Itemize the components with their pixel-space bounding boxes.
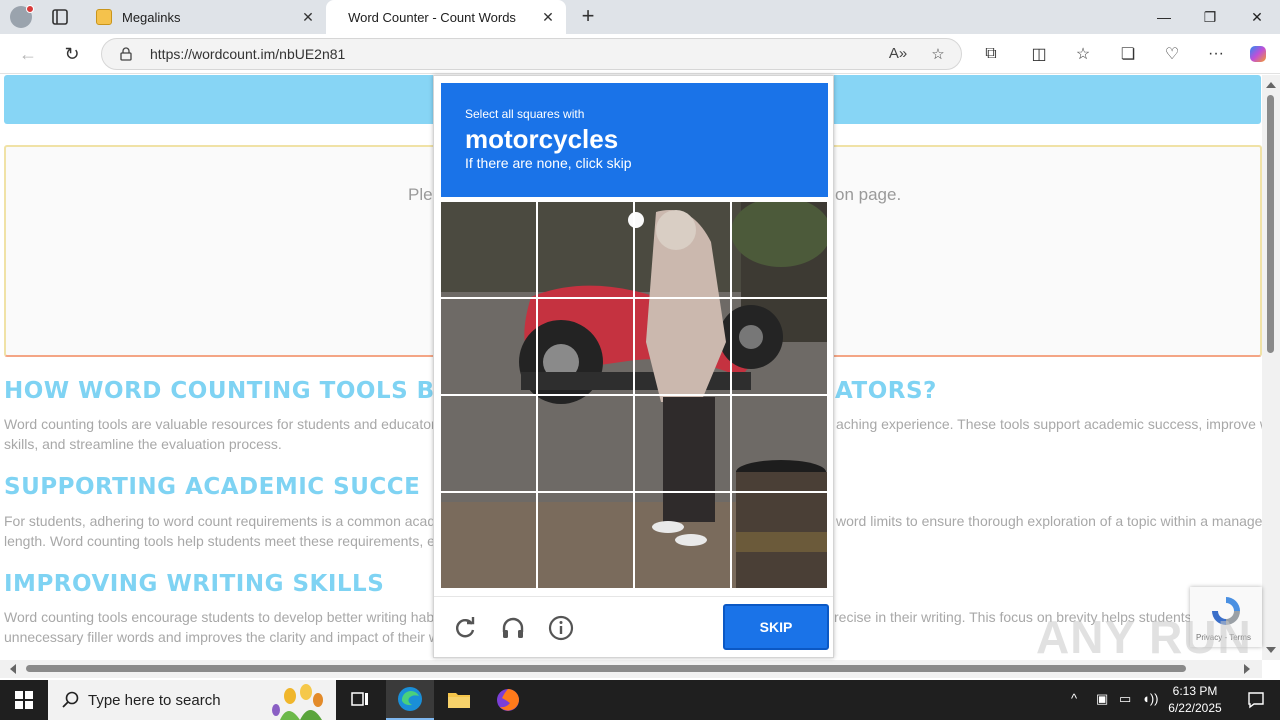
paragraph-line: length. Word counting tools help student… [4,533,435,549]
tab-title: Word Counter - Count Words [348,9,516,25]
taskbar-search-box[interactable]: Type here to search [48,680,336,720]
edge-taskbar-icon[interactable] [386,680,434,720]
device-icon[interactable]: ▣ [1096,691,1108,707]
captcha-tile[interactable] [732,299,827,394]
scroll-right-icon[interactable] [1244,664,1250,674]
windows-start-icon[interactable] [0,680,48,720]
refresh-icon[interactable]: ↻ [60,42,84,66]
captcha-tile[interactable] [538,493,633,588]
reload-icon[interactable] [451,614,479,642]
new-tab-icon[interactable]: + [576,5,600,29]
search-icon [62,691,79,708]
section-heading: HOW WORD COUNTING TOOLS B [4,378,435,404]
back-icon[interactable]: ← [16,42,40,66]
read-aloud-icon[interactable]: A» [888,45,908,65]
captcha-tile[interactable] [635,299,730,394]
restore-icon[interactable]: ❐ [1187,0,1233,34]
network-icon[interactable]: ▭ [1119,691,1131,707]
captcha-hint: If there are none, click skip [465,155,632,171]
paragraph-line: unnecessary filler words and improves th… [4,629,439,645]
scroll-thumb[interactable] [1267,95,1274,353]
split-screen-icon[interactable]: ◫ [1027,42,1051,66]
captcha-tile[interactable] [538,299,633,394]
show-hidden-icons-icon[interactable]: ^ [1071,691,1077,706]
close-tab-icon[interactable]: ✕ [538,7,558,27]
address-toolbar: ← ↻ https://wordcount.im/nbUE2n81 A» ☆ ⧉… [0,34,1280,74]
captcha-footer: SKIP [434,596,833,658]
skip-button[interactable]: SKIP [723,604,829,650]
tab-word-counter[interactable]: Word Counter - Count Words ✕ [326,0,566,34]
captcha-tile[interactable] [732,493,827,588]
favorite-star-icon[interactable]: ☆ [928,45,948,65]
scroll-thumb[interactable] [26,665,1186,672]
captcha-target: motorcycles [465,124,619,154]
scroll-down-icon[interactable] [1266,647,1276,653]
captcha-tile[interactable] [441,493,536,588]
captcha-tile[interactable] [732,396,827,491]
close-window-icon[interactable]: ✕ [1234,0,1280,34]
taskbar: Type here to search ^ ▣ ▭ ◖)) 6:13 PM 6/… [0,680,1280,720]
placeholder-text-right: on page. [835,185,902,204]
captcha-tile[interactable] [635,396,730,491]
section-heading-tail: ATORS? [835,378,937,404]
more-menu-icon[interactable]: ··· [1204,42,1228,66]
minimize-icon[interactable]: — [1141,0,1187,34]
captcha-image-grid [441,202,828,589]
captcha-tile[interactable] [635,202,730,297]
scroll-up-icon[interactable] [1266,82,1276,88]
firefox-icon[interactable] [484,680,532,720]
captcha-instruction: Select all squares with [465,107,585,121]
collections-icon[interactable]: ❏ [1116,42,1140,66]
info-icon[interactable] [547,614,575,642]
captcha-tile[interactable] [732,202,827,297]
placeholder-text-left: Ple [408,185,433,204]
captcha-tile[interactable] [441,202,536,297]
extensions-icon[interactable]: ⧉ [979,42,1003,66]
paragraph-line: skills, and streamline the evaluation pr… [4,436,282,452]
copilot-icon[interactable] [1246,42,1270,66]
url-text[interactable]: https://wordcount.im/nbUE2n81 [150,46,345,62]
captcha-tile[interactable] [538,396,633,491]
audio-challenge-icon[interactable] [499,614,527,642]
clock-time: 6:13 PM [1172,684,1218,698]
address-bar[interactable]: https://wordcount.im/nbUE2n81 A» ☆ [101,38,962,70]
close-tab-icon[interactable]: ✕ [298,7,318,27]
scroll-left-icon[interactable] [10,664,16,674]
paragraph-line: Word counting tools are valuable resourc… [4,416,436,432]
tab-megalinks[interactable]: Megalinks ✕ [88,0,326,34]
captcha-tile[interactable] [441,299,536,394]
captcha-tile[interactable] [538,202,633,297]
flowers-decoration-icon [272,684,323,720]
taskbar-clock[interactable]: 6:13 PM 6/22/2025 [1160,683,1230,717]
task-view-icon[interactable] [336,680,384,720]
profile-avatar-icon[interactable] [10,5,34,28]
megalinks-favicon-icon [96,9,112,25]
captcha-header: Select all squares with motorcycles If t… [441,83,828,197]
search-placeholder: Type here to search [88,692,221,709]
captcha-tile[interactable] [441,396,536,491]
vertical-scrollbar[interactable] [1262,75,1280,660]
lock-icon[interactable] [119,47,133,61]
paragraph-line: Word counting tools encourage students t… [4,609,435,625]
tab-strip: Megalinks ✕ Word Counter - Count Words ✕… [0,0,1280,34]
paragraph-line: word limits to ensure thorough explorati… [836,513,1262,529]
captcha-challenge: Select all squares with motorcycles If t… [433,75,834,658]
anyrun-watermark: ANY RUN [1036,611,1252,663]
tab-actions-icon[interactable] [50,7,70,27]
favorites-icon[interactable]: ☆ [1071,42,1095,66]
tab-title: Megalinks [122,9,181,25]
clock-date: 6/22/2025 [1168,701,1222,715]
volume-icon[interactable]: ◖)) [1142,691,1159,706]
section-heading: IMPROVING WRITING SKILLS [4,571,385,597]
file-explorer-icon[interactable] [435,680,483,720]
section-heading: SUPPORTING ACADEMIC SUCCE [4,474,421,500]
notifications-icon[interactable] [1232,680,1280,720]
notification-dot [26,5,34,13]
paragraph-line: aching experience. These tools support a… [836,416,1262,432]
browser-essentials-icon[interactable]: ♡ [1160,42,1184,66]
paragraph-line: For students, adhering to word count req… [4,513,436,529]
captcha-tile[interactable] [635,493,730,588]
